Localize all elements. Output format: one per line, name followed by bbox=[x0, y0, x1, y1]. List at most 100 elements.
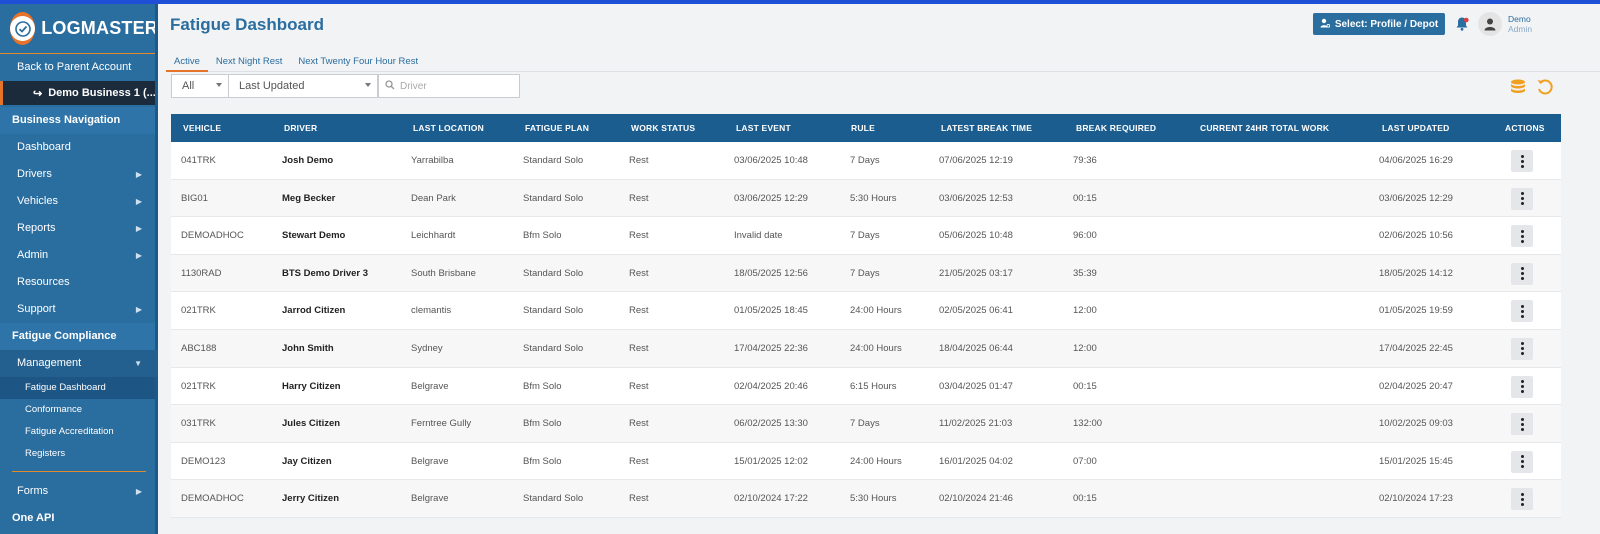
row-actions-button[interactable] bbox=[1511, 488, 1533, 511]
section-fatigue-compliance: Fatigue Compliance bbox=[0, 323, 158, 350]
tab-next-night-rest[interactable]: Next Night Rest bbox=[208, 52, 291, 72]
notification-bell-icon[interactable] bbox=[1455, 16, 1469, 32]
column-header-fatigue-plan[interactable]: FATIGUE PLAN bbox=[525, 114, 589, 142]
table-row[interactable]: 021TRK Jarrod Citizen clemantis Standard So… bbox=[171, 292, 1561, 330]
avatar[interactable] bbox=[1478, 12, 1502, 36]
more-vertical-icon bbox=[1520, 455, 1524, 469]
sidebar-subitem-registers[interactable]: Registers bbox=[0, 443, 158, 465]
sidebar-item-drivers[interactable]: Drivers ▶ bbox=[0, 161, 158, 188]
tab-bar: Active Next Night Rest Next Twenty Four … bbox=[166, 52, 1600, 72]
row-actions-button[interactable] bbox=[1511, 450, 1533, 473]
sidebar-item-resources[interactable]: Resources bbox=[0, 269, 158, 296]
column-header-current-24hr-total-work[interactable]: CURRENT 24HR TOTAL WORK bbox=[1200, 114, 1329, 142]
logo-icon bbox=[10, 12, 36, 45]
cell-driver[interactable]: Josh Demo bbox=[282, 142, 333, 179]
table-row[interactable]: 1130RAD BTS Demo Driver 3 South Brisbane St… bbox=[171, 254, 1561, 293]
cell-fatigue-plan: Bfm Solo bbox=[523, 455, 562, 467]
chevron-right-icon: ▶ bbox=[135, 170, 142, 179]
row-actions-button[interactable] bbox=[1511, 150, 1533, 172]
row-actions-button[interactable] bbox=[1511, 300, 1533, 323]
column-header-last-updated[interactable]: LAST UPDATED bbox=[1382, 114, 1449, 142]
column-header-latest-break-time[interactable]: LATEST BREAK TIME bbox=[941, 114, 1032, 142]
row-actions-button[interactable] bbox=[1511, 337, 1533, 360]
more-vertical-icon bbox=[1520, 267, 1524, 281]
cell-driver[interactable]: Meg Becker bbox=[282, 180, 335, 217]
sidebar-item-management[interactable]: Management ▼ bbox=[0, 350, 158, 377]
row-actions-button[interactable] bbox=[1511, 262, 1533, 285]
cell-last-updated: 15/01/2025 15:45 bbox=[1379, 455, 1453, 467]
cell-driver[interactable]: John Smith bbox=[282, 330, 334, 367]
select-profile-depot-button[interactable]: Select: Profile / Depot bbox=[1313, 13, 1445, 35]
cell-driver[interactable]: Harry Citizen bbox=[282, 368, 341, 405]
column-header-driver[interactable]: DRIVER bbox=[284, 114, 317, 142]
sidebar-item-forms[interactable]: Forms ▶ bbox=[0, 478, 158, 505]
table-row[interactable]: DEMOADHOC Jerry Citizen Belgrave Standard S… bbox=[171, 480, 1561, 518]
row-actions-button[interactable] bbox=[1511, 225, 1533, 248]
driver-search[interactable] bbox=[378, 74, 520, 98]
reset-icon[interactable] bbox=[1536, 78, 1554, 96]
cell-driver[interactable]: Jay Citizen bbox=[282, 443, 332, 480]
more-vertical-icon bbox=[1520, 154, 1524, 168]
sidebar-item-support[interactable]: Support ▶ bbox=[0, 296, 158, 323]
tab-next-twenty-four-hour-rest[interactable]: Next Twenty Four Hour Rest bbox=[290, 52, 426, 72]
chevron-right-icon: ▶ bbox=[135, 251, 142, 260]
sidebar-subitem-fatigue-accreditation[interactable]: Fatigue Accreditation bbox=[0, 421, 158, 443]
logo[interactable]: LOGMASTER bbox=[0, 4, 158, 54]
business-selector[interactable]: ↪ Demo Business 1 (... bbox=[0, 81, 158, 105]
cell-last-updated: 04/06/2025 16:29 bbox=[1379, 155, 1453, 166]
sidebar-divider bbox=[12, 471, 146, 472]
sidebar-subitem-conformance[interactable]: Conformance bbox=[0, 399, 158, 421]
tab-active[interactable]: Active bbox=[166, 52, 208, 72]
table-row[interactable]: BIG01 Meg Becker Dean Park Standard Solo Res… bbox=[171, 179, 1561, 218]
user-name[interactable]: Demo bbox=[1508, 14, 1531, 24]
sidebar-item-admin[interactable]: Admin ▶ bbox=[0, 242, 158, 269]
cell-fatigue-plan: Standard Solo bbox=[523, 493, 584, 505]
status-filter-select[interactable]: All bbox=[171, 74, 229, 98]
table-row[interactable]: 041TRK Josh Demo Yarrabilba Standard Solo Re… bbox=[171, 142, 1561, 180]
sort-select[interactable]: Last Updated bbox=[228, 74, 378, 98]
sidebar-item-vehicles[interactable]: Vehicles ▶ bbox=[0, 188, 158, 215]
cell-break-required: 12:00 bbox=[1073, 342, 1097, 354]
cell-break-required: 132:00 bbox=[1073, 418, 1103, 430]
driver-search-input[interactable] bbox=[400, 80, 510, 92]
sidebar-item-dashboard[interactable]: Dashboard bbox=[0, 134, 158, 161]
cell-vehicle: 031TRK bbox=[181, 418, 216, 430]
row-actions-button[interactable] bbox=[1511, 413, 1533, 436]
cell-rule: 7 Days bbox=[850, 230, 880, 242]
cell-rule: 5:30 Hours bbox=[850, 493, 897, 505]
cell-fatigue-plan: Standard Solo bbox=[523, 155, 584, 166]
back-to-parent-link[interactable]: Back to Parent Account bbox=[0, 54, 158, 81]
table-row[interactable]: ABC188 John Smith Sydney Standard Solo Rest 1… bbox=[171, 329, 1561, 368]
column-header-last-location[interactable]: LAST LOCATION bbox=[413, 114, 484, 142]
column-header-work-status[interactable]: WORK STATUS bbox=[631, 114, 695, 142]
user-cog-icon bbox=[1320, 18, 1330, 31]
section-one-api[interactable]: One API bbox=[0, 505, 158, 532]
cell-last-location: Ferntree Gully bbox=[411, 418, 472, 430]
table-row[interactable]: 031TRK Jules Citizen Ferntree Gully Bfm Sol… bbox=[171, 405, 1561, 443]
more-vertical-icon bbox=[1520, 342, 1524, 356]
sidebar-subitem-fatigue-dashboard[interactable]: Fatigue Dashboard bbox=[0, 377, 158, 399]
profile-button-label: Select: Profile / Depot bbox=[1334, 18, 1439, 30]
cell-driver[interactable]: Jules Citizen bbox=[282, 405, 340, 442]
table-row[interactable]: 021TRK Harry Citizen Belgrave Bfm Solo Rest 0… bbox=[171, 367, 1561, 406]
row-actions-button[interactable] bbox=[1511, 187, 1533, 210]
column-header-rule[interactable]: RULE bbox=[851, 114, 875, 142]
sidebar-item-label: Admin bbox=[17, 249, 49, 261]
database-icon[interactable] bbox=[1510, 79, 1526, 96]
table-row[interactable]: DEMOADHOC Stewart Demo Leichhardt Bfm Solo R… bbox=[171, 217, 1561, 255]
cell-last-event: 02/10/2024 17:22 bbox=[734, 493, 808, 505]
column-header-actions[interactable]: ACTIONS bbox=[1505, 114, 1545, 142]
cell-vehicle: 021TRK bbox=[181, 380, 216, 392]
column-header-vehicle[interactable]: VEHICLE bbox=[183, 114, 221, 142]
column-header-last-event[interactable]: LAST EVENT bbox=[736, 114, 791, 142]
table-row[interactable]: DEMO123 Jay Citizen Belgrave Bfm Solo Rest 15… bbox=[171, 442, 1561, 481]
column-header-break-required[interactable]: BREAK REQUIRED bbox=[1076, 114, 1156, 142]
row-actions-button[interactable] bbox=[1511, 375, 1533, 398]
cell-driver[interactable]: Jarrod Citizen bbox=[282, 292, 345, 329]
cell-driver[interactable]: BTS Demo Driver 3 bbox=[282, 255, 368, 292]
cell-driver[interactable]: Stewart Demo bbox=[282, 217, 345, 254]
cell-work-status: Rest bbox=[629, 192, 649, 204]
chevron-right-icon: ▶ bbox=[135, 487, 142, 496]
sidebar-item-reports[interactable]: Reports ▶ bbox=[0, 215, 158, 242]
cell-driver[interactable]: Jerry Citizen bbox=[282, 480, 339, 517]
